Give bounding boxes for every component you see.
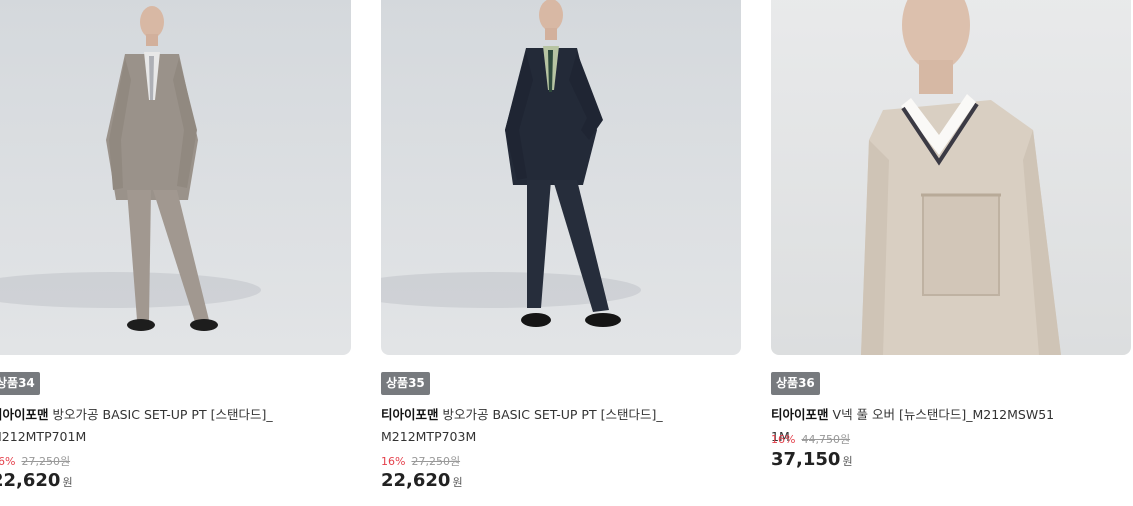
product-title[interactable]: 티아이포맨방오가공 BASIC SET-UP PT [스탠다드]_M212MTP…	[0, 404, 276, 448]
price-row: 16% 44,750원	[771, 431, 850, 447]
price-row: 16% 27,250원	[0, 453, 70, 469]
model-navy-suit-image	[381, 0, 641, 327]
product-image[interactable]	[381, 0, 741, 355]
original-price: 27,250원	[21, 455, 71, 468]
price-row: 16% 27,250원	[381, 453, 460, 469]
product-badge: 상품36	[771, 372, 820, 395]
model-grey-suit-image	[0, 6, 261, 331]
sale-price: 22,620원	[381, 470, 463, 491]
sale-price-value: 37,150	[771, 449, 841, 470]
product-badge: 상품35	[381, 372, 430, 395]
original-price: 27,250원	[411, 455, 461, 468]
sale-price-value: 22,620	[381, 470, 451, 491]
discount-rate: 16%	[381, 455, 406, 468]
model-beige-sweater-image	[861, 0, 1061, 355]
discount-rate: 16%	[0, 455, 16, 468]
product-card[interactable]: 상품35 티아이포맨 방오가공 BASIC SET-UP PT [스탠다드]_M2…	[381, 0, 741, 506]
product-card[interactable]: 상품36 티아이포맨 V넥 풀 오버 [뉴스탠다드]_M212MSW511M 16…	[771, 0, 1131, 506]
sale-price-value: 22,620	[0, 470, 61, 491]
currency-label: 원	[452, 476, 463, 489]
discount-rate: 16%	[771, 433, 796, 446]
sale-price: 22,620원	[0, 470, 73, 491]
brand-name[interactable]: 티아이포맨	[771, 407, 829, 422]
currency-label: 원	[842, 455, 853, 468]
product-title[interactable]: 티아이포맨방오가공 BASIC SET-UP PT [스탠다드]_M212MTP…	[381, 404, 666, 448]
brand-name[interactable]: 티아이포맨	[0, 407, 49, 422]
product-card[interactable]: 상품34 티아이포맨방오가공 BASIC SET-UP PT [스탠다드]_M2…	[0, 0, 351, 506]
product-image[interactable]	[771, 0, 1131, 355]
product-image[interactable]	[0, 0, 351, 355]
product-badge: 상품34	[0, 372, 40, 395]
brand-name[interactable]: 티아이포맨	[381, 407, 439, 422]
currency-label: 원	[62, 476, 73, 489]
original-price: 44,750원	[801, 433, 851, 446]
sale-price: 37,150 원	[771, 449, 853, 470]
